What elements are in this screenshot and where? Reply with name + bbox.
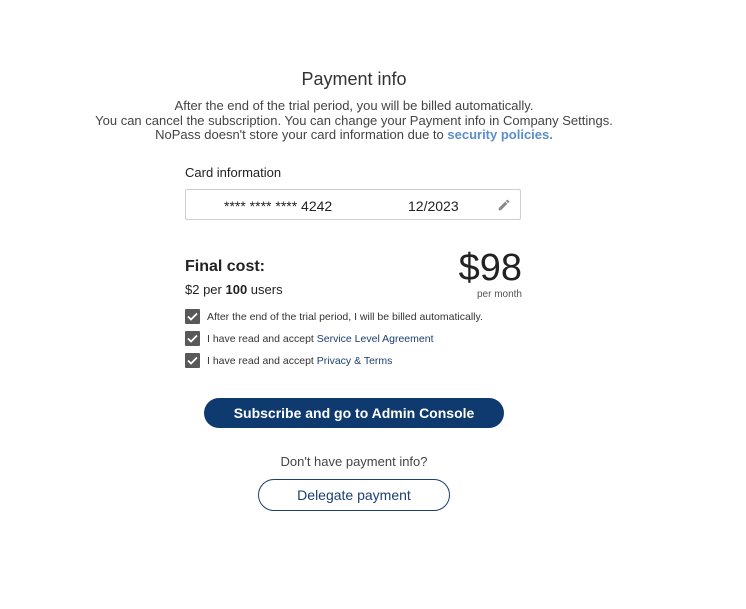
card-information-field[interactable]: **** **** **** 4242 12/2023: [185, 189, 521, 220]
agreement-sla: I have read and accept Service Level Agr…: [185, 331, 433, 346]
service-level-agreement-link[interactable]: Service Level Agreement: [317, 333, 434, 345]
auto-billing-text: After the end of the trial period, I wil…: [207, 310, 483, 323]
page-title: Payment info: [301, 69, 407, 89]
final-cost-label: Final cost:: [185, 258, 266, 275]
intro-line-billing: After the end of the trial period, you w…: [174, 98, 534, 113]
rate-prefix: $2 per: [185, 282, 226, 297]
security-policies-link[interactable]: security policies.: [447, 127, 553, 143]
sla-text: I have read and accept Service Level Agr…: [207, 333, 433, 345]
agreement-auto-billing: After the end of the trial period, I wil…: [185, 309, 483, 324]
card-expiry: 12/2023: [408, 198, 459, 214]
intro-text: After the end of the trial period, you w…: [0, 98, 708, 143]
payment-info-page: Payment info After the end of the trial …: [0, 0, 746, 609]
no-payment-info-text: Don't have payment info?: [280, 454, 428, 469]
auto-billing-checkbox[interactable]: [185, 309, 200, 324]
pencil-icon[interactable]: [497, 198, 511, 212]
privacy-text: I have read and accept Privacy & Terms: [207, 355, 392, 367]
agreement-privacy: I have read and accept Privacy & Terms: [185, 353, 392, 368]
sla-checkbox[interactable]: [185, 331, 200, 346]
users-count: 100: [225, 282, 248, 297]
intro-line-security: NoPass doesn't store your card informati…: [0, 128, 708, 143]
sla-prefix: I have read and accept: [207, 332, 317, 345]
checkmark-icon: [187, 334, 198, 343]
checkmark-icon: [187, 356, 198, 365]
total-price: $98: [458, 247, 522, 289]
price-per-user: $2 per 100 users: [185, 282, 283, 297]
intro-line-cancel: You can cancel the subscription. You can…: [95, 112, 613, 128]
card-number: **** **** **** 4242: [224, 198, 333, 214]
card-information-label: Card information: [185, 165, 282, 180]
rate-suffix: users: [247, 282, 283, 297]
checkmark-icon: [187, 312, 198, 321]
subscribe-button[interactable]: Subscribe and go to Admin Console: [204, 398, 504, 428]
price-period: per month: [476, 289, 522, 300]
privacy-prefix: I have read and accept: [207, 354, 317, 367]
privacy-checkbox[interactable]: [185, 353, 200, 368]
privacy-terms-link[interactable]: Privacy & Terms: [317, 355, 393, 367]
intro-security-prefix: NoPass doesn't store your card informati…: [155, 127, 448, 143]
delegate-payment-button[interactable]: Delegate payment: [258, 479, 450, 511]
